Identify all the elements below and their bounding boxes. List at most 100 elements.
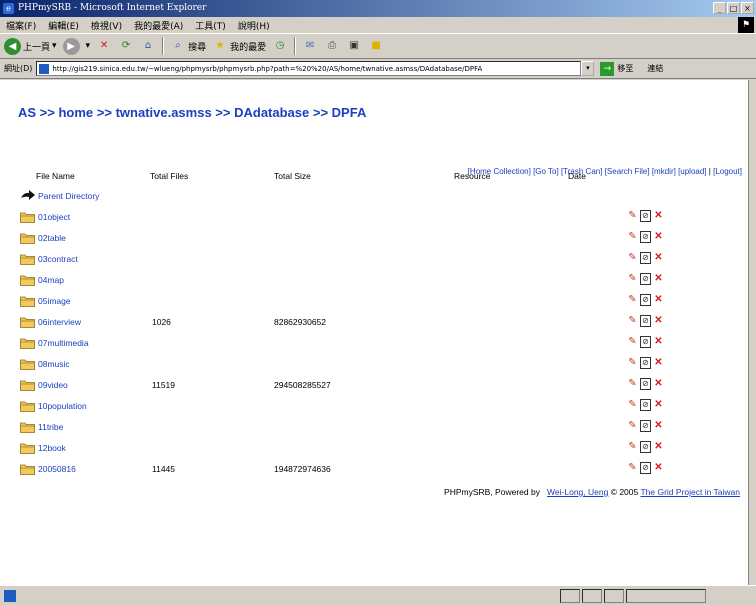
delete-icon[interactable]: ✕ <box>653 294 664 306</box>
delete-icon[interactable]: ✕ <box>653 210 664 222</box>
refresh-button[interactable]: ⟳ <box>118 38 134 54</box>
rename-icon[interactable]: ⊘ <box>640 420 651 432</box>
folder-name-link[interactable]: 03contract <box>38 254 78 264</box>
table-row: 20050816 11445 194872974636 ✎ ⊘ ✕ <box>16 460 744 480</box>
go-button[interactable]: → 移至 <box>600 61 633 76</box>
history-button[interactable]: ◷ <box>272 38 288 54</box>
mail-button[interactable]: ✉ <box>302 38 318 54</box>
folder-name-link[interactable]: 12book <box>38 443 66 453</box>
edit-pencil-icon[interactable]: ✎ <box>627 294 638 306</box>
address-bar: 網址(D) http://gis219.sinica.edu.tw/~wluen… <box>0 59 756 79</box>
edit-pencil-icon[interactable]: ✎ <box>627 336 638 348</box>
menu-tools[interactable]: 工具(T) <box>195 19 226 32</box>
edit-pencil-icon[interactable]: ✎ <box>627 441 638 453</box>
back-dropdown-icon[interactable]: ▾ <box>52 41 57 51</box>
delete-icon[interactable]: ✕ <box>653 378 664 390</box>
rename-icon[interactable]: ⊘ <box>640 210 651 222</box>
folder-name-link[interactable]: 05image <box>38 296 71 306</box>
breadcrumb-dpfa[interactable]: DPFA <box>332 105 367 120</box>
rename-icon[interactable]: ⊘ <box>640 273 651 285</box>
edit-pencil-icon[interactable]: ✎ <box>627 273 638 285</box>
rename-icon[interactable]: ⊘ <box>640 378 651 390</box>
delete-icon[interactable]: ✕ <box>653 231 664 243</box>
menu-help[interactable]: 說明(H) <box>238 19 270 32</box>
rename-icon[interactable]: ⊘ <box>640 336 651 348</box>
minimize-button[interactable]: _ <box>713 2 726 14</box>
folder-name-link[interactable]: 11tribe <box>38 422 63 432</box>
edit-pencil-icon[interactable]: ✎ <box>627 399 638 411</box>
delete-icon[interactable]: ✕ <box>653 252 664 264</box>
edit-pencil-icon[interactable]: ✎ <box>627 252 638 264</box>
print-button[interactable]: ⎙ <box>324 38 340 54</box>
vertical-scrollbar[interactable] <box>748 80 756 585</box>
folder-name-link[interactable]: 06interview <box>38 317 81 327</box>
search-button[interactable]: ⌕ 搜尋 <box>170 38 206 54</box>
folder-name-link[interactable]: 02table <box>38 233 66 243</box>
upload-link[interactable]: [upload] <box>678 167 706 176</box>
delete-icon[interactable]: ✕ <box>653 441 664 453</box>
edit-pencil-icon[interactable]: ✎ <box>627 231 638 243</box>
row-actions: ✎ ⊘ ✕ <box>627 357 664 369</box>
folder-name-link[interactable]: 08music <box>38 359 70 369</box>
rename-icon[interactable]: ⊘ <box>640 441 651 453</box>
edit-pencil-icon[interactable]: ✎ <box>627 420 638 432</box>
forward-button[interactable]: ▶ <box>62 37 80 55</box>
delete-icon[interactable]: ✕ <box>653 357 664 369</box>
edit-pencil-icon[interactable]: ✎ <box>627 315 638 327</box>
parent-directory-link[interactable]: Parent Directory <box>38 191 99 201</box>
address-dropdown-icon[interactable]: ▾ <box>581 61 595 76</box>
row-actions: ✎ ⊘ ✕ <box>627 294 664 306</box>
go-to-link[interactable]: [Go To] <box>533 167 559 176</box>
rename-icon[interactable]: ⊘ <box>640 462 651 474</box>
favorites-button[interactable]: ★ 我的最愛 <box>212 38 267 54</box>
menu-favorites[interactable]: 我的最愛(A) <box>134 19 183 32</box>
edit-pencil-icon[interactable]: ✎ <box>627 378 638 390</box>
folder-name-link[interactable]: 01object <box>38 212 70 222</box>
rename-icon[interactable]: ⊘ <box>640 231 651 243</box>
edit-pencil-icon[interactable]: ✎ <box>627 357 638 369</box>
edit-pencil-icon[interactable]: ✎ <box>627 462 638 474</box>
delete-icon[interactable]: ✕ <box>653 336 664 348</box>
menu-view[interactable]: 檢視(V) <box>91 19 122 32</box>
folder-name-link[interactable]: 20050816 <box>38 464 76 474</box>
delete-icon[interactable]: ✕ <box>653 273 664 285</box>
folder-name-link[interactable]: 09video <box>38 380 68 390</box>
delete-icon[interactable]: ✕ <box>653 462 664 474</box>
address-input[interactable]: http://gis219.sinica.edu.tw/~wlueng/phpm… <box>36 61 582 76</box>
rename-icon[interactable]: ⊘ <box>640 252 651 264</box>
search-file-link[interactable]: [Search File] <box>605 167 650 176</box>
breadcrumb-sep: >> <box>211 105 235 120</box>
rename-icon[interactable]: ⊘ <box>640 399 651 411</box>
rename-icon[interactable]: ⊘ <box>640 357 651 369</box>
menu-file[interactable]: 檔案(F) <box>6 19 36 32</box>
delete-icon[interactable]: ✕ <box>653 315 664 327</box>
links-button[interactable]: 連結 <box>647 63 663 74</box>
messenger-button[interactable]: ■ <box>368 38 384 54</box>
back-button[interactable]: ◀ 上一頁 ▾ <box>4 37 57 55</box>
maximize-button[interactable]: □ <box>727 2 740 14</box>
forward-dropdown-icon[interactable]: ▾ <box>86 41 91 51</box>
rename-icon[interactable]: ⊘ <box>640 315 651 327</box>
folder-name-link[interactable]: 04map <box>38 275 64 285</box>
delete-icon[interactable]: ✕ <box>653 420 664 432</box>
close-button[interactable]: × <box>741 2 754 14</box>
project-link[interactable]: The Grid Project in Taiwan <box>640 487 740 497</box>
home-button[interactable]: ⌂ <box>140 38 156 54</box>
stop-button[interactable]: ✕ <box>96 38 112 54</box>
edit-pencil-icon[interactable]: ✎ <box>627 210 638 222</box>
breadcrumb-dadatabase[interactable]: DAdatabase <box>234 105 309 120</box>
author-link[interactable]: Wei-Long, Ueng <box>547 487 608 497</box>
breadcrumb-twnative[interactable]: twnative.asmss <box>116 105 212 120</box>
edit-page-button[interactable]: ▣ <box>346 38 362 54</box>
menu-edit[interactable]: 編輯(E) <box>48 19 79 32</box>
folder-name-link[interactable]: 07multimedia <box>38 338 89 348</box>
mkdir-link[interactable]: [mkdir] <box>652 167 676 176</box>
delete-icon[interactable]: ✕ <box>653 399 664 411</box>
logout-link[interactable]: [Logout] <box>713 167 742 176</box>
breadcrumb-as[interactable]: AS <box>18 105 36 120</box>
rename-icon[interactable]: ⊘ <box>640 294 651 306</box>
folder-icon <box>20 380 35 391</box>
breadcrumb-sep: >> <box>93 105 116 120</box>
folder-name-link[interactable]: 10population <box>38 401 87 411</box>
breadcrumb-home[interactable]: home <box>58 105 93 120</box>
